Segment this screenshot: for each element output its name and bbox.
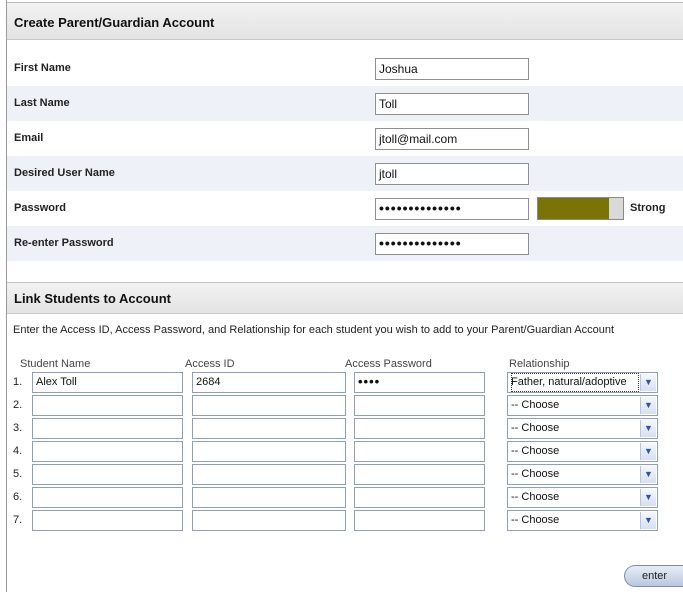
- username-input[interactable]: jtoll: [375, 163, 529, 185]
- email-input[interactable]: jtoll@mail.com: [375, 128, 529, 150]
- chevron-down-icon[interactable]: ▼: [640, 397, 656, 414]
- password-input[interactable]: ••••••••••••••: [375, 198, 529, 220]
- access-password-input[interactable]: [354, 395, 485, 416]
- email-row: Email jtoll@mail.com: [7, 121, 683, 156]
- row-number: 3.: [13, 422, 23, 434]
- student-row: 5. -- Choose ▼: [0, 464, 683, 487]
- chevron-down-icon[interactable]: ▼: [640, 512, 656, 529]
- relationship-value: -- Choose: [511, 468, 560, 480]
- reenter-password-input[interactable]: ••••••••••••••: [375, 233, 529, 255]
- access-id-input[interactable]: [192, 395, 346, 416]
- column-header-access-password: Access Password: [345, 358, 432, 370]
- access-password-input[interactable]: [354, 441, 485, 462]
- access-id-input[interactable]: 2684: [192, 372, 346, 393]
- last-name-row: Last Name Toll: [7, 86, 683, 121]
- password-row: Password •••••••••••••• Strong: [7, 191, 683, 226]
- column-header-relationship: Relationship: [509, 358, 570, 370]
- chevron-down-icon[interactable]: ▼: [640, 420, 656, 437]
- row-number: 2.: [13, 399, 23, 411]
- username-label: Desired User Name: [14, 167, 115, 179]
- password-strength-meter: [537, 197, 624, 220]
- student-name-input[interactable]: [32, 395, 183, 416]
- student-row: 7. -- Choose ▼: [0, 510, 683, 533]
- chevron-down-icon[interactable]: ▼: [640, 443, 656, 460]
- student-name-input[interactable]: Alex Toll: [32, 372, 183, 393]
- student-row: 2. -- Choose ▼: [0, 395, 683, 418]
- relationship-select[interactable]: -- Choose ▼: [507, 510, 658, 531]
- student-row: 3. -- Choose ▼: [0, 418, 683, 441]
- reenter-password-row: Re-enter Password ••••••••••••••: [7, 226, 683, 261]
- email-label: Email: [14, 132, 44, 144]
- access-password-input[interactable]: [354, 510, 485, 531]
- access-id-input[interactable]: [192, 441, 346, 462]
- column-header-access-id: Access ID: [185, 358, 235, 370]
- password-strength-label: Strong: [630, 202, 666, 214]
- access-password-input[interactable]: ••••: [354, 372, 485, 393]
- relationship-select[interactable]: -- Choose ▼: [507, 418, 658, 439]
- access-id-input[interactable]: [192, 418, 346, 439]
- student-name-input[interactable]: [32, 510, 183, 531]
- students-section-title: Link Students to Account: [7, 282, 683, 314]
- relationship-value: -- Choose: [511, 399, 560, 411]
- row-number: 6.: [13, 491, 23, 503]
- column-header-student-name: Student Name: [20, 358, 91, 370]
- student-row: 4. -- Choose ▼: [0, 441, 683, 464]
- relationship-value: -- Choose: [511, 422, 560, 434]
- student-name-input[interactable]: [32, 464, 183, 485]
- chevron-down-icon[interactable]: ▼: [640, 489, 656, 506]
- access-id-input[interactable]: [192, 510, 346, 531]
- relationship-value: -- Choose: [511, 514, 560, 526]
- first-name-input[interactable]: Joshua: [375, 58, 529, 80]
- access-id-input[interactable]: [192, 464, 346, 485]
- relationship-select[interactable]: -- Choose ▼: [507, 464, 658, 485]
- password-label: Password: [14, 202, 66, 214]
- enter-button[interactable]: enter: [624, 565, 683, 587]
- access-password-input[interactable]: [354, 487, 485, 508]
- chevron-down-icon[interactable]: ▼: [640, 374, 656, 391]
- student-row: 6. -- Choose ▼: [0, 487, 683, 510]
- students-instructions: Enter the Access ID, Access Password, an…: [13, 324, 615, 336]
- account-section-title: Create Parent/Guardian Account: [7, 2, 683, 40]
- row-number: 1.: [13, 376, 23, 388]
- password-strength-fill: [538, 198, 609, 219]
- first-name-row: First Name Joshua: [7, 51, 683, 86]
- access-password-input[interactable]: [354, 418, 485, 439]
- first-name-label: First Name: [14, 62, 71, 74]
- relationship-select[interactable]: Father, natural/adoptive ▼: [507, 372, 658, 393]
- relationship-select[interactable]: -- Choose ▼: [507, 441, 658, 462]
- row-number: 7.: [13, 514, 23, 526]
- access-password-input[interactable]: [354, 464, 485, 485]
- access-id-input[interactable]: [192, 487, 346, 508]
- relationship-value: -- Choose: [511, 445, 560, 457]
- chevron-down-icon[interactable]: ▼: [640, 466, 656, 483]
- username-row: Desired User Name jtoll: [7, 156, 683, 191]
- student-name-input[interactable]: [32, 441, 183, 462]
- reenter-password-label: Re-enter Password: [14, 237, 114, 249]
- student-name-input[interactable]: [32, 418, 183, 439]
- row-number: 5.: [13, 468, 23, 480]
- relationship-select[interactable]: -- Choose ▼: [507, 487, 658, 508]
- last-name-input[interactable]: Toll: [375, 93, 529, 115]
- student-name-input[interactable]: [32, 487, 183, 508]
- last-name-label: Last Name: [14, 97, 70, 109]
- row-number: 4.: [13, 445, 23, 457]
- relationship-select[interactable]: -- Choose ▼: [507, 395, 658, 416]
- relationship-value: -- Choose: [511, 491, 560, 503]
- relationship-value: Father, natural/adoptive: [511, 373, 639, 392]
- student-row: 1. Alex Toll 2684 •••• Father, natural/a…: [0, 372, 683, 395]
